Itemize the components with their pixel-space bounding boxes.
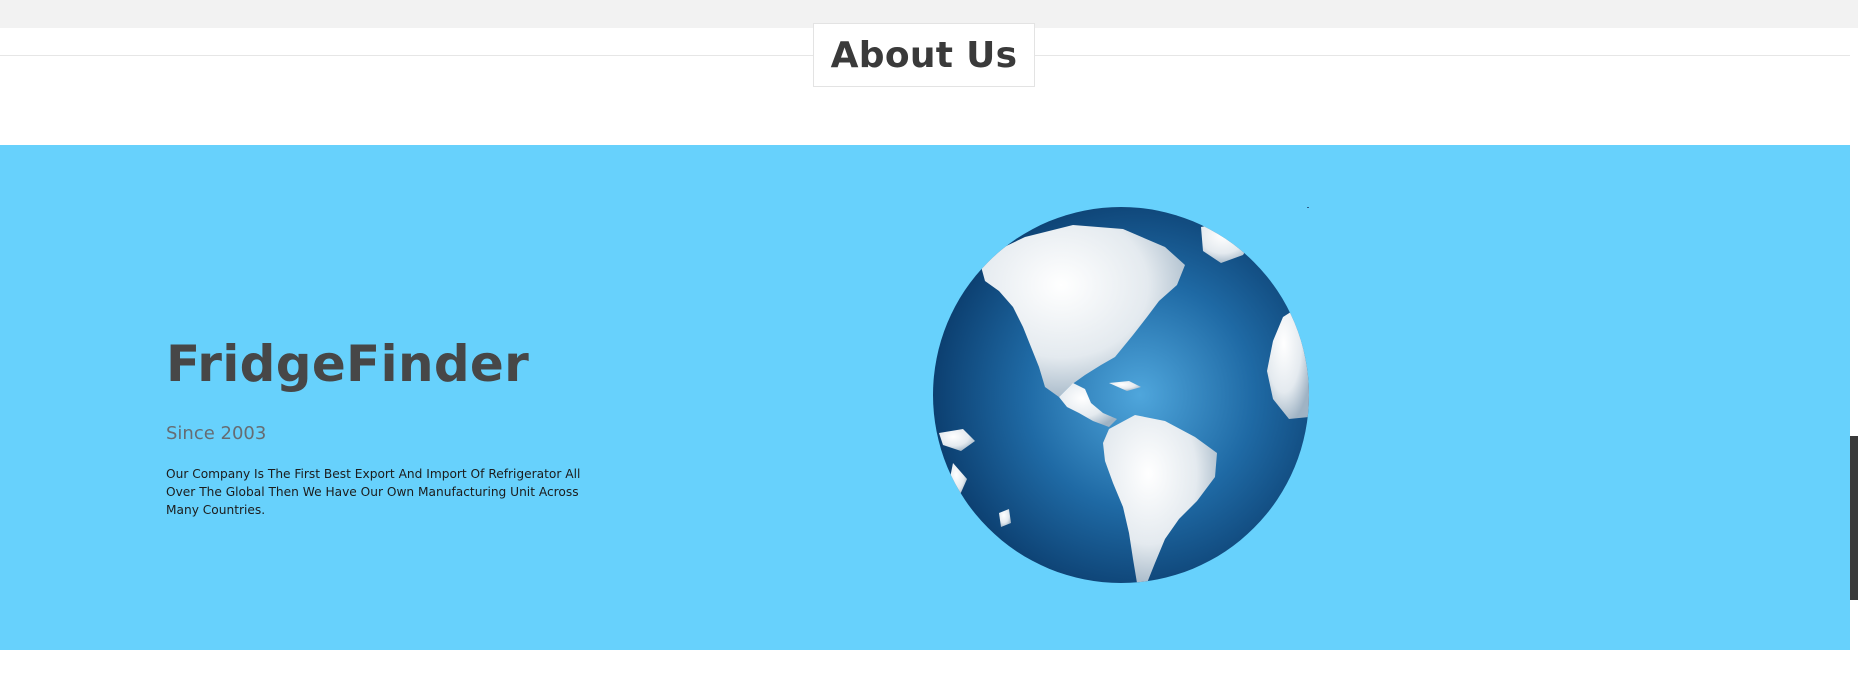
since-text: Since 2003: [166, 423, 267, 444]
section-title-box: About Us: [813, 23, 1035, 87]
about-hero-section: FridgeFinder Since 2003 Our Company Is T…: [0, 145, 1850, 650]
side-scroll-tab[interactable]: [1850, 436, 1858, 600]
globe-image: [933, 207, 1309, 583]
brand-name: FridgeFinder: [166, 335, 530, 393]
company-description: Our Company Is The First Best Export And…: [166, 467, 581, 517]
section-title: About Us: [830, 34, 1018, 76]
decorative-dot: [1307, 207, 1309, 208]
